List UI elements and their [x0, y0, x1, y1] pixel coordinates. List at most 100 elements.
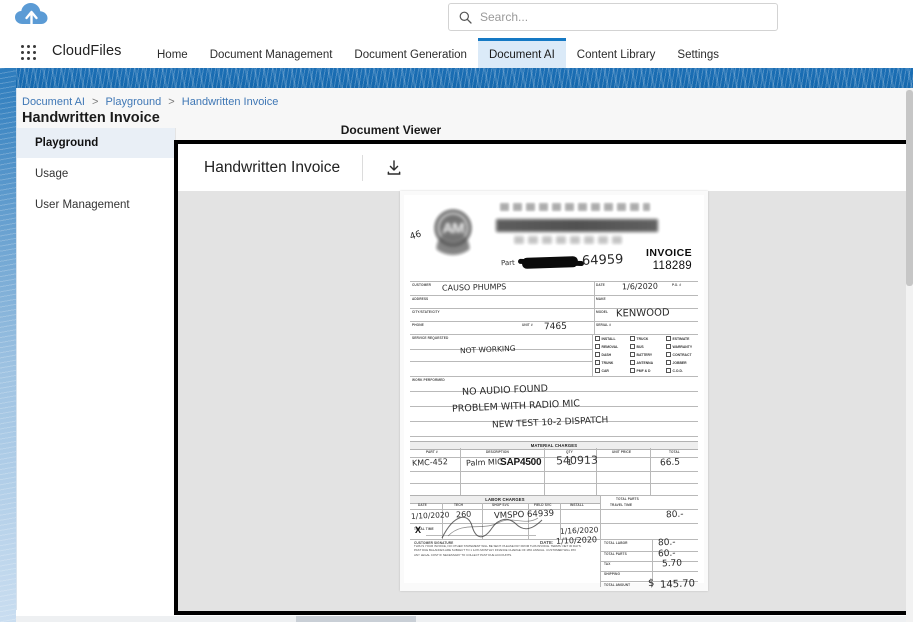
col-header-description: DESCRIPTION	[486, 450, 509, 454]
search-box[interactable]	[448, 3, 778, 31]
field-label-total-labor: TOTAL LABOR	[604, 541, 628, 545]
content-panel: Document AI > Playground > Handwritten I…	[16, 88, 907, 610]
checkbox-label-estimate: ESTIMATE	[673, 337, 690, 341]
field-label-address: ADDRESS	[412, 297, 428, 301]
checkbox-label-removal: REMOVAL	[602, 345, 619, 349]
col-header-part-number: PART #	[426, 450, 438, 454]
col-header-labor-date: DATE	[418, 503, 427, 507]
document-viewer-body: 46 Part 64959 INVOICE 118289	[178, 191, 907, 611]
nav-links: Home Document Management Document Genera…	[146, 38, 730, 68]
company-name-blur	[496, 219, 658, 232]
checkbox-label-install: INSTALL	[602, 337, 616, 341]
field-label-total-parts-2: TOTAL PARTS	[604, 552, 627, 556]
document-viewer-title: Handwritten Invoice	[204, 159, 340, 177]
redaction-mark	[522, 256, 578, 269]
handwritten-unit: 7465	[544, 322, 567, 332]
checkbox-label-jobber: JOBBER	[673, 361, 687, 365]
sidebar-item-usage[interactable]: Usage	[17, 159, 175, 189]
handwritten-work-performed-2: PROBLEM WITH RADIO MIC	[452, 398, 580, 415]
nav-item-document-ai[interactable]: Document AI	[478, 38, 566, 68]
brand-label: CloudFiles	[52, 43, 122, 59]
sidebar-item-user-management[interactable]: User Management	[17, 190, 175, 220]
invoice-fine-print: THIS IS YOUR INVOICE, NO OTHER STATEMENT…	[414, 544, 582, 557]
field-label-tax: TAX	[604, 562, 610, 566]
sap-number-handwritten: 540913	[556, 454, 598, 468]
scanned-invoice-page[interactable]: 46 Part 64959 INVOICE 118289	[400, 191, 708, 591]
customer-signature-scribble	[438, 510, 548, 544]
checkbox-label-contract: CONTRACT	[673, 353, 692, 357]
cloud-upload-icon	[14, 2, 50, 32]
col-header-shop-svc: SHOP SVC	[492, 503, 509, 507]
app-grid-icon[interactable]	[20, 44, 38, 62]
download-icon[interactable]	[383, 157, 405, 179]
handwritten-total-amount: 145.70	[660, 578, 695, 591]
handwritten-po-number: 64959	[582, 252, 624, 269]
handwritten-travel-time: 80.-	[666, 510, 684, 521]
sidebar-item-playground[interactable]: Playground	[17, 128, 175, 158]
breadcrumb-item-playground[interactable]: Playground	[106, 96, 162, 108]
horizontal-scrollbar-thumb[interactable]	[296, 616, 416, 622]
col-header-travel-time: TRAVEL TIME	[610, 503, 632, 507]
field-label-total-parts: TOTAL PARTS	[616, 497, 639, 501]
breadcrumb-item-handwritten-invoice[interactable]: Handwritten Invoice	[182, 96, 279, 108]
company-logo	[426, 201, 480, 255]
nav-item-settings[interactable]: Settings	[666, 38, 730, 68]
col-header-install: INSTALL	[570, 503, 584, 507]
app-root: CloudFiles Home Document Management Docu…	[0, 0, 913, 622]
handwritten-work-performed-3: NEW TEST 10-2 DISPATCH	[492, 415, 609, 430]
checkbox-label-pmf-d: PMF & D	[637, 369, 651, 373]
handwritten-work-performed-1: NO AUDIO FOUND	[462, 383, 548, 398]
decorative-left-strip	[0, 68, 16, 622]
breadcrumb-separator: >	[168, 96, 174, 108]
search-input[interactable]	[480, 4, 777, 30]
toolbar-divider	[362, 155, 363, 181]
handwritten-make: KENWOOD	[616, 307, 670, 319]
handwritten-customer: CAUSO PHUMPS	[442, 282, 507, 292]
handwritten-line-total: 66.5	[660, 458, 680, 469]
horizontal-scrollbar[interactable]	[16, 616, 906, 622]
search-icon	[459, 11, 472, 24]
col-header-tech: TECH	[454, 503, 463, 507]
checkbox-label-cod: C.O.D.	[673, 369, 683, 373]
breadcrumb: Document AI > Playground > Handwritten I…	[22, 96, 278, 108]
field-label-phone: PHONE	[412, 323, 424, 327]
checkbox-label-truck: TRUCK	[637, 337, 649, 341]
handwritten-total-parts: 60.-	[658, 549, 676, 560]
nav-item-home[interactable]: Home	[146, 38, 199, 68]
vertical-scrollbar[interactable]	[906, 88, 913, 622]
col-header-unit-price: UNIT PRICE	[612, 450, 631, 454]
nav-item-document-management[interactable]: Document Management	[199, 38, 344, 68]
handwritten-total-labor: 80.-	[658, 538, 676, 549]
breadcrumb-item-document-ai[interactable]: Document AI	[22, 96, 85, 108]
field-label-shipping: SHIPPING	[604, 572, 620, 576]
field-label-city: CITY/STATE/CITY	[412, 310, 440, 314]
document-viewer-frame: Handwritten Invoice	[174, 140, 911, 615]
nav-item-document-generation[interactable]: Document Generation	[343, 38, 478, 68]
handwritten-part-number: KMC-452	[412, 457, 448, 468]
checkbox-label-car: CAR	[602, 369, 609, 373]
vertical-scrollbar-thumb[interactable]	[906, 90, 913, 286]
top-bar	[0, 0, 913, 38]
document-viewer-section-label: Document Viewer	[271, 123, 511, 137]
handwritten-date: 1/6/2020	[622, 282, 658, 292]
nav-item-content-library[interactable]: Content Library	[566, 38, 667, 68]
page-title: Handwritten Invoice	[22, 110, 160, 126]
signature-x-marker: X	[415, 525, 421, 535]
field-label-work-performed: WORK PERFORMED	[412, 378, 445, 382]
document-viewer-header: Handwritten Invoice	[178, 144, 907, 191]
field-label-total-amount: TOTAL AMOUNT	[604, 583, 630, 587]
checkbox-label-trunk: TRUNK	[602, 361, 614, 365]
field-label-make: MAKE	[596, 297, 606, 301]
nav-bar: CloudFiles Home Document Management Docu…	[0, 38, 913, 69]
col-header-field-svc: FIELD SVC	[534, 503, 552, 507]
company-address-blur	[514, 236, 626, 244]
checkbox-label-antenna: ANTENNA	[637, 361, 654, 365]
handwritten-tax: 5.70	[662, 559, 682, 570]
invoice-number: 118289	[653, 260, 692, 272]
redacted-label: Part	[501, 259, 515, 268]
checkbox-label-dash: DASH	[602, 353, 612, 357]
field-label-po: P.O. #	[672, 283, 681, 287]
field-label-customer: CUSTOMER	[412, 283, 431, 287]
field-label-service-requested: SERVICE REQUESTED	[412, 336, 448, 340]
invoice-scan-image: 46 Part 64959 INVOICE 118289	[404, 195, 704, 583]
